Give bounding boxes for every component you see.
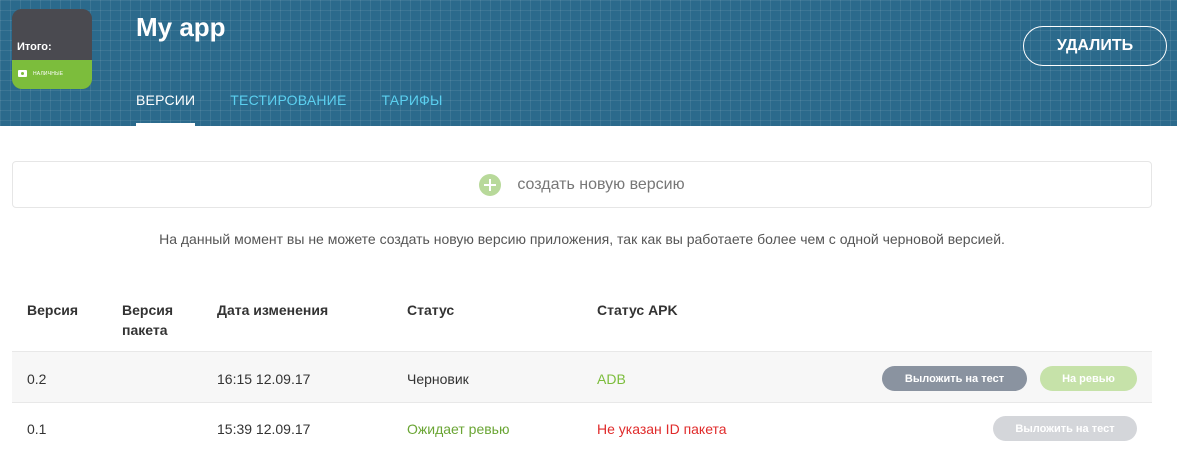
notice-text: На данный момент вы не можете создать но… (159, 231, 1005, 247)
tab-tariffs[interactable]: ТАРИФЫ (382, 92, 443, 126)
tab-bar: ВЕРСИИ ТЕСТИРОВАНИЕ ТАРИФЫ (136, 92, 443, 126)
cell-status: Черновик (407, 371, 469, 387)
header-package-version: Версия пакета (122, 300, 173, 340)
header-modified: Дата изменения (217, 302, 329, 318)
header-package-version-line2: пакета (122, 322, 168, 338)
app-title: My app (136, 12, 226, 42)
publish-test-button-disabled[interactable]: Выложить на тест (993, 416, 1137, 441)
app-header: Итого: НАЛИЧНЫЕ My app ВЕРСИИ ТЕСТИРОВАН… (0, 0, 1177, 126)
publish-test-button[interactable]: Выложить на тест (882, 366, 1027, 391)
cell-modified: 15:39 12.09.17 (217, 421, 311, 437)
header-status: Статус (407, 302, 455, 318)
cell-apk-status: ADB (597, 371, 626, 387)
create-version-label: создать новую версию (517, 175, 685, 193)
cell-modified: 16:15 12.09.17 (217, 371, 311, 387)
tab-versions[interactable]: ВЕРСИИ (136, 92, 196, 126)
tab-testing[interactable]: ТЕСТИРОВАНИЕ (230, 92, 346, 126)
create-version-button[interactable]: создать новую версию (12, 161, 1152, 208)
app-icon-cash-label: НАЛИЧНЫЕ (33, 71, 64, 77)
header-version: Версия (27, 302, 79, 318)
cell-status: Ожидает ревью (407, 421, 510, 437)
delete-button[interactable]: УДАЛИТЬ (1023, 26, 1167, 66)
header-package-version-line1: Версия (122, 302, 174, 318)
app-icon-text: Итого: (17, 41, 52, 53)
plus-circle-icon (479, 173, 502, 196)
header-apk-status: Статус APK (597, 302, 678, 318)
cell-version: 0.2 (27, 371, 47, 387)
cell-apk-status: Не указан ID пакета (597, 421, 727, 437)
cash-icon (18, 70, 27, 77)
table-row (12, 403, 1152, 453)
cell-version: 0.1 (27, 421, 47, 437)
app-icon: Итого: НАЛИЧНЫЕ (12, 9, 92, 89)
review-button[interactable]: На ревью (1040, 366, 1137, 391)
